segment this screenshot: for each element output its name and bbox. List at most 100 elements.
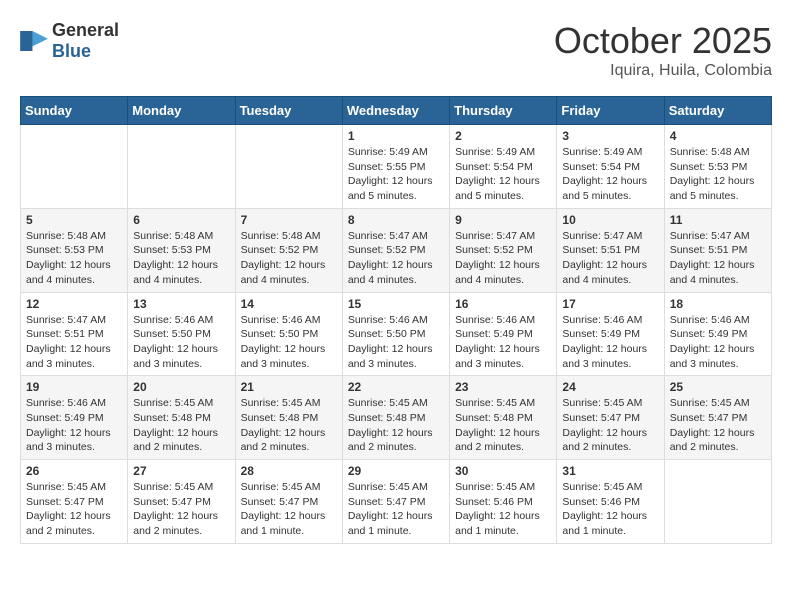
day-number: 23 bbox=[455, 380, 551, 394]
day-number: 19 bbox=[26, 380, 122, 394]
calendar-cell: 25Sunrise: 5:45 AM Sunset: 5:47 PM Dayli… bbox=[664, 376, 771, 460]
logo-text: General Blue bbox=[52, 20, 119, 62]
day-number: 27 bbox=[133, 464, 229, 478]
day-info: Sunrise: 5:47 AM Sunset: 5:52 PM Dayligh… bbox=[455, 229, 551, 288]
day-number: 3 bbox=[562, 129, 658, 143]
weekday-header-tuesday: Tuesday bbox=[235, 97, 342, 125]
calendar-cell: 11Sunrise: 5:47 AM Sunset: 5:51 PM Dayli… bbox=[664, 208, 771, 292]
day-info: Sunrise: 5:45 AM Sunset: 5:48 PM Dayligh… bbox=[133, 396, 229, 455]
logo-general: General bbox=[52, 20, 119, 40]
calendar-cell: 3 Sunrise: 5:49 AM Sunset: 5:54 PM Daylig… bbox=[557, 125, 664, 209]
day-number: 31 bbox=[562, 464, 658, 478]
day-number: 20 bbox=[133, 380, 229, 394]
calendar-table: SundayMondayTuesdayWednesdayThursdayFrid… bbox=[20, 96, 772, 544]
calendar-cell: 14 Sunrise: 5:46 AM Sunset: 5:50 PM Dayli… bbox=[235, 292, 342, 376]
calendar-cell: 30 Sunrise: 5:45 AM Sunset: 5:46 PM Dayli… bbox=[450, 460, 557, 544]
day-info: Sunrise: 5:45 AM Sunset: 5:47 PM Dayligh… bbox=[670, 396, 766, 455]
weekday-header-row: SundayMondayTuesdayWednesdayThursdayFrid… bbox=[21, 97, 772, 125]
day-info: Sunrise: 5:45 AM Sunset: 5:46 PM Dayligh… bbox=[455, 480, 551, 539]
calendar-cell: 31 Sunrise: 5:45 AM Sunset: 5:46 PM Dayli… bbox=[557, 460, 664, 544]
calendar-cell: 20 Sunrise: 5:45 AM Sunset: 5:48 PM Dayli… bbox=[128, 376, 235, 460]
day-info: Sunrise: 5:46 AM Sunset: 5:50 PM Dayligh… bbox=[348, 313, 444, 372]
title-area: October 2025 Iquira, Huila, Colombia bbox=[554, 20, 772, 80]
day-number: 6 bbox=[133, 213, 229, 227]
logo-blue: Blue bbox=[52, 41, 91, 61]
day-number: 24 bbox=[562, 380, 658, 394]
header: General Blue October 2025 Iquira, Huila,… bbox=[20, 20, 772, 80]
weekday-header-thursday: Thursday bbox=[450, 97, 557, 125]
day-info: Sunrise: 5:47 AM Sunset: 5:51 PM Dayligh… bbox=[26, 313, 122, 372]
day-number: 9 bbox=[455, 213, 551, 227]
calendar-body: 1 Sunrise: 5:49 AM Sunset: 5:55 PM Daylig… bbox=[21, 125, 772, 544]
day-info: Sunrise: 5:45 AM Sunset: 5:46 PM Dayligh… bbox=[562, 480, 658, 539]
calendar-cell: 5Sunrise: 5:48 AM Sunset: 5:53 PM Daylig… bbox=[21, 208, 128, 292]
day-number: 16 bbox=[455, 297, 551, 311]
calendar-cell: 19Sunrise: 5:46 AM Sunset: 5:49 PM Dayli… bbox=[21, 376, 128, 460]
calendar-cell: 18 Sunrise: 5:46 AM Sunset: 5:49 PM Dayli… bbox=[664, 292, 771, 376]
day-info: Sunrise: 5:45 AM Sunset: 5:47 PM Dayligh… bbox=[562, 396, 658, 455]
calendar-cell bbox=[128, 125, 235, 209]
calendar-cell: 23 Sunrise: 5:45 AM Sunset: 5:48 PM Dayli… bbox=[450, 376, 557, 460]
day-info: Sunrise: 5:48 AM Sunset: 5:53 PM Dayligh… bbox=[670, 145, 766, 204]
calendar-cell: 16 Sunrise: 5:46 AM Sunset: 5:49 PM Dayli… bbox=[450, 292, 557, 376]
day-number: 18 bbox=[670, 297, 766, 311]
calendar-cell: 21 Sunrise: 5:45 AM Sunset: 5:48 PM Dayli… bbox=[235, 376, 342, 460]
day-info: Sunrise: 5:46 AM Sunset: 5:49 PM Dayligh… bbox=[670, 313, 766, 372]
day-info: Sunrise: 5:47 AM Sunset: 5:52 PM Dayligh… bbox=[348, 229, 444, 288]
calendar-cell: 28Sunrise: 5:45 AM Sunset: 5:47 PM Dayli… bbox=[235, 460, 342, 544]
day-number: 1 bbox=[348, 129, 444, 143]
day-number: 30 bbox=[455, 464, 551, 478]
day-number: 14 bbox=[241, 297, 337, 311]
logo: General Blue bbox=[20, 20, 119, 62]
calendar-cell: 4Sunrise: 5:48 AM Sunset: 5:53 PM Daylig… bbox=[664, 125, 771, 209]
day-info: Sunrise: 5:45 AM Sunset: 5:47 PM Dayligh… bbox=[26, 480, 122, 539]
week-row-3: 12 Sunrise: 5:47 AM Sunset: 5:51 PM Dayli… bbox=[21, 292, 772, 376]
day-info: Sunrise: 5:45 AM Sunset: 5:48 PM Dayligh… bbox=[348, 396, 444, 455]
day-info: Sunrise: 5:46 AM Sunset: 5:49 PM Dayligh… bbox=[562, 313, 658, 372]
day-info: Sunrise: 5:48 AM Sunset: 5:52 PM Dayligh… bbox=[241, 229, 337, 288]
day-info: Sunrise: 5:45 AM Sunset: 5:47 PM Dayligh… bbox=[348, 480, 444, 539]
day-number: 7 bbox=[241, 213, 337, 227]
day-info: Sunrise: 5:45 AM Sunset: 5:47 PM Dayligh… bbox=[133, 480, 229, 539]
calendar-cell: 27 Sunrise: 5:45 AM Sunset: 5:47 PM Dayli… bbox=[128, 460, 235, 544]
day-info: Sunrise: 5:49 AM Sunset: 5:55 PM Dayligh… bbox=[348, 145, 444, 204]
day-info: Sunrise: 5:49 AM Sunset: 5:54 PM Dayligh… bbox=[562, 145, 658, 204]
calendar-cell: 10 Sunrise: 5:47 AM Sunset: 5:51 PM Dayli… bbox=[557, 208, 664, 292]
calendar-cell: 17Sunrise: 5:46 AM Sunset: 5:49 PM Dayli… bbox=[557, 292, 664, 376]
calendar-cell: 9 Sunrise: 5:47 AM Sunset: 5:52 PM Daylig… bbox=[450, 208, 557, 292]
day-info: Sunrise: 5:47 AM Sunset: 5:51 PM Dayligh… bbox=[562, 229, 658, 288]
day-info: Sunrise: 5:45 AM Sunset: 5:48 PM Dayligh… bbox=[241, 396, 337, 455]
weekday-header-monday: Monday bbox=[128, 97, 235, 125]
week-row-2: 5 Sunrise: 5:48 AM Sunset: 5:53 PM Daylig… bbox=[21, 208, 772, 292]
calendar-cell: 22 Sunrise: 5:45 AM Sunset: 5:48 PM Dayli… bbox=[342, 376, 449, 460]
day-info: Sunrise: 5:46 AM Sunset: 5:49 PM Dayligh… bbox=[455, 313, 551, 372]
day-number: 12 bbox=[26, 297, 122, 311]
day-info: Sunrise: 5:46 AM Sunset: 5:50 PM Dayligh… bbox=[241, 313, 337, 372]
day-number: 10 bbox=[562, 213, 658, 227]
day-info: Sunrise: 5:46 AM Sunset: 5:50 PM Dayligh… bbox=[133, 313, 229, 372]
month-title: October 2025 bbox=[554, 20, 772, 62]
calendar-cell: 26Sunrise: 5:45 AM Sunset: 5:47 PM Dayli… bbox=[21, 460, 128, 544]
day-info: Sunrise: 5:48 AM Sunset: 5:53 PM Dayligh… bbox=[133, 229, 229, 288]
calendar-cell: 29Sunrise: 5:45 AM Sunset: 5:47 PM Dayli… bbox=[342, 460, 449, 544]
weekday-header-sunday: Sunday bbox=[21, 97, 128, 125]
calendar-cell bbox=[235, 125, 342, 209]
day-number: 15 bbox=[348, 297, 444, 311]
day-number: 21 bbox=[241, 380, 337, 394]
week-row-5: 26Sunrise: 5:45 AM Sunset: 5:47 PM Dayli… bbox=[21, 460, 772, 544]
calendar-cell: 6 Sunrise: 5:48 AM Sunset: 5:53 PM Daylig… bbox=[128, 208, 235, 292]
day-number: 28 bbox=[241, 464, 337, 478]
weekday-header-saturday: Saturday bbox=[664, 97, 771, 125]
day-number: 2 bbox=[455, 129, 551, 143]
logo-icon bbox=[20, 31, 48, 51]
day-info: Sunrise: 5:45 AM Sunset: 5:48 PM Dayligh… bbox=[455, 396, 551, 455]
weekday-header-friday: Friday bbox=[557, 97, 664, 125]
calendar-cell bbox=[664, 460, 771, 544]
week-row-4: 19Sunrise: 5:46 AM Sunset: 5:49 PM Dayli… bbox=[21, 376, 772, 460]
day-number: 5 bbox=[26, 213, 122, 227]
calendar-cell: 24 Sunrise: 5:45 AM Sunset: 5:47 PM Dayli… bbox=[557, 376, 664, 460]
day-info: Sunrise: 5:47 AM Sunset: 5:51 PM Dayligh… bbox=[670, 229, 766, 288]
calendar-cell: 7 Sunrise: 5:48 AM Sunset: 5:52 PM Daylig… bbox=[235, 208, 342, 292]
week-row-1: 1 Sunrise: 5:49 AM Sunset: 5:55 PM Daylig… bbox=[21, 125, 772, 209]
day-number: 22 bbox=[348, 380, 444, 394]
